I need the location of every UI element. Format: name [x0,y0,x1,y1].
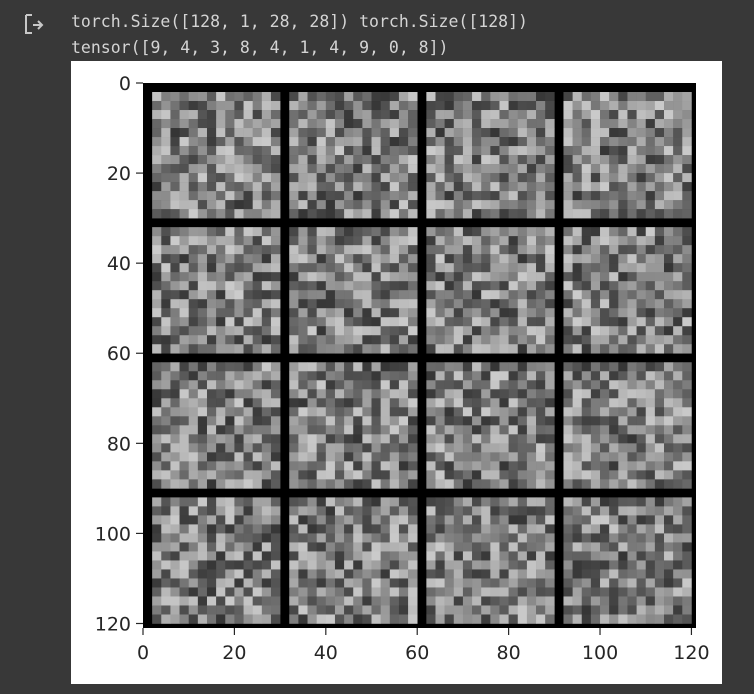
x-axis: 0 20 40 60 80 100 120 [137,628,710,664]
x-tick-label: 100 [582,642,618,664]
noise-tile [563,497,692,624]
image-plot: 0 20 40 60 80 100 120 0 20 40 60 80 100 120 [71,61,722,684]
noise-tile [426,497,555,624]
image-grid [143,83,696,628]
noise-tile [289,362,418,489]
noise-tile [152,92,281,219]
stdout-line-shapes: torch.Size([128, 1, 28, 28]) torch.Size(… [71,12,528,31]
x-tick-label: 120 [673,642,709,664]
x-tick-label: 20 [222,642,246,664]
cell-output: torch.Size([128, 1, 28, 28]) torch.Size(… [0,0,754,694]
noise-tile [563,227,692,354]
y-tick-label: 80 [107,433,131,455]
noise-tile [152,497,281,624]
x-tick-label: 0 [137,642,149,664]
y-tick-label: 100 [95,523,131,545]
image-grid-figure: 0 20 40 60 80 100 120 0 20 40 60 80 100 120 [95,73,710,664]
y-tick-label: 20 [107,163,131,185]
noise-tile [289,92,418,219]
noise-tile [152,362,281,489]
y-tick-label: 60 [107,343,131,365]
stdout-text: torch.Size([128, 1, 28, 28]) torch.Size(… [71,9,528,61]
noise-tile [563,362,692,489]
noise-tile [426,227,555,354]
noise-tile [563,92,692,219]
noise-tile [289,497,418,624]
noise-tile [289,227,418,354]
y-axis: 0 20 40 60 80 100 120 [95,73,143,635]
x-tick-label: 80 [497,642,521,664]
output-arrow-icon[interactable] [22,12,46,36]
noise-tile [152,227,281,354]
stdout-line-labels: tensor([9, 4, 3, 8, 4, 1, 4, 9, 0, 8]) [71,38,449,57]
noise-tile [426,92,555,219]
y-tick-label: 120 [95,613,131,635]
x-tick-label: 60 [405,642,429,664]
y-tick-label: 40 [107,253,131,275]
y-tick-label: 0 [119,73,131,95]
noise-tile [426,362,555,489]
x-tick-label: 40 [314,642,338,664]
